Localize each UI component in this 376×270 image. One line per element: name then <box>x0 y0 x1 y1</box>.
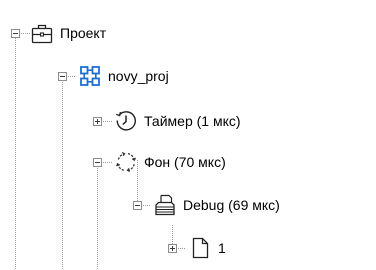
expand-toggle-novy-proj[interactable] <box>58 72 67 81</box>
tree-connector-line <box>103 121 112 122</box>
tree-guide-line <box>62 80 63 270</box>
minus-icon <box>13 33 18 34</box>
tree-node-timer[interactable]: Таймер (1 мкс) <box>114 109 241 133</box>
tree-connector-line <box>143 205 151 206</box>
tree-node-background[interactable]: Фон (70 мкс) <box>114 150 226 174</box>
tree-connector-line <box>68 76 76 77</box>
tree-connector-line <box>178 248 186 249</box>
tree-node-novy-proj[interactable]: novy_proj <box>78 64 169 88</box>
expand-toggle-project[interactable] <box>11 29 20 38</box>
tree-node-label: 1 <box>218 240 226 256</box>
tree-node-project[interactable]: Проект <box>30 21 106 45</box>
tree-node-label: Debug (69 мкс) <box>183 197 280 213</box>
module-grid-icon <box>80 66 100 86</box>
plus-icon-vertical <box>172 246 173 251</box>
expand-toggle-background[interactable] <box>93 158 102 167</box>
tree-node-item-1[interactable]: 1 <box>188 236 226 260</box>
tree-node-label: Фон (70 мкс) <box>144 154 226 170</box>
clock-icon <box>115 111 136 131</box>
project-tree: Проект novy_proj Таймер (1 мкс) Фон (70 … <box>0 0 376 270</box>
cycle-arrows-icon <box>116 152 136 172</box>
minus-icon <box>60 76 65 77</box>
document-icon <box>192 237 209 259</box>
minus-icon <box>95 162 100 163</box>
expand-toggle-item-1[interactable] <box>168 244 177 253</box>
tree-connector-line <box>103 162 112 163</box>
minus-icon <box>135 205 140 206</box>
tree-node-debug[interactable]: Debug (69 мкс) <box>153 193 280 217</box>
tree-node-label: Таймер (1 мкс) <box>144 113 241 129</box>
tree-node-label: Проект <box>60 25 107 41</box>
briefcase-icon <box>31 24 53 44</box>
tree-guide-line <box>15 38 16 270</box>
plus-icon-vertical <box>97 119 98 124</box>
tree-connector-line <box>21 33 30 34</box>
expand-toggle-timer[interactable] <box>93 117 102 126</box>
stack-of-papers-icon <box>155 194 175 216</box>
tree-guide-line <box>97 166 98 270</box>
tree-node-label: novy_proj <box>108 68 169 84</box>
expand-toggle-debug[interactable] <box>133 201 142 210</box>
